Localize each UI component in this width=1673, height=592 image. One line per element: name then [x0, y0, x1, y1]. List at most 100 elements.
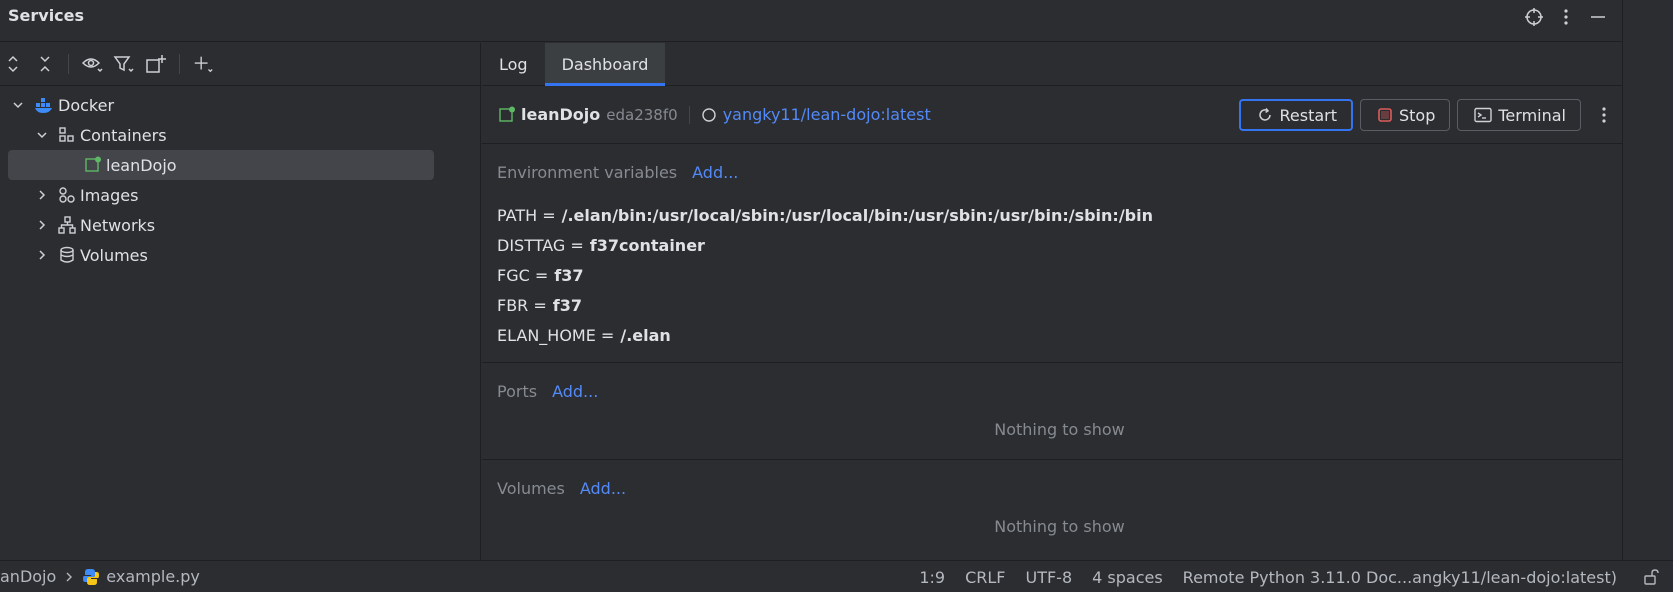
tool-window-title: Services [8, 6, 85, 25]
env-var-value: f37container [589, 235, 705, 255]
file-encoding[interactable]: UTF-8 [1025, 568, 1072, 587]
services-tree-pane: Docker Containers leanDojo Images Networ… [0, 43, 481, 560]
filter-icon[interactable] [113, 53, 135, 75]
breadcrumb-file[interactable]: example.py [106, 567, 200, 586]
env-var-key: FGC = [497, 265, 549, 285]
tree-label-leandojo: leanDojo [106, 155, 177, 175]
image-circle-icon [701, 107, 717, 123]
line-ending[interactable]: CRLF [965, 568, 1005, 587]
chevron-right-icon[interactable] [34, 189, 50, 201]
tree-node-volumes[interactable]: Volumes [0, 240, 480, 270]
env-var-value: f37 [552, 295, 583, 315]
services-toolbar [0, 43, 480, 86]
env-var-row: FGC = f37 [497, 260, 1622, 290]
tab-bar: Log Dashboard [482, 43, 1622, 86]
terminal-label: Terminal [1498, 105, 1566, 125]
image-link[interactable]: yangky11/lean-dojo:latest [723, 105, 931, 124]
tree-label-docker: Docker [58, 95, 115, 115]
right-tool-strip [1622, 0, 1673, 560]
chevron-down-icon[interactable] [34, 129, 50, 141]
terminal-button[interactable]: Terminal [1457, 99, 1581, 131]
env-var-key: ELAN_HOME = [497, 325, 615, 345]
container-header: leanDojo eda238f0 yangky11/lean-dojo:lat… [482, 86, 1622, 144]
env-var-value: /.elan/bin:/usr/local/sbin:/usr/local/bi… [561, 205, 1153, 225]
minimize-icon[interactable] [1588, 7, 1608, 27]
stop-label: Stop [1399, 105, 1436, 125]
status-widgets: 1:9 CRLF UTF-8 4 spaces Remote Python 3.… [919, 561, 1673, 592]
ports-section-label: Ports [497, 381, 538, 401]
restart-button[interactable]: Restart [1239, 99, 1353, 131]
env-section: Environment variables Add... PATH = /.el… [482, 144, 1622, 363]
ports-add-link[interactable]: Add... [552, 382, 598, 401]
toolbar-separator [68, 54, 69, 74]
lock-icon[interactable] [1643, 568, 1659, 586]
collapse-all-icon[interactable] [34, 53, 56, 75]
env-var-value: /.elan [620, 325, 671, 345]
tree-node-leandojo[interactable]: leanDojo [8, 150, 434, 180]
env-var-row: PATH = /.elan/bin:/usr/local/sbin:/usr/l… [497, 200, 1622, 230]
tree-label-containers: Containers [80, 125, 167, 145]
env-section-header: Environment variables Add... [497, 144, 1622, 200]
tab-log[interactable]: Log [482, 43, 545, 85]
stop-icon [1377, 107, 1393, 123]
volumes-section: Volumes Add... Nothing to show [482, 460, 1622, 556]
more-actions-icon[interactable] [1596, 105, 1612, 125]
env-section-label: Environment variables [497, 162, 678, 182]
tree-node-images[interactable]: Images [0, 180, 480, 210]
chevron-right-icon [64, 571, 74, 583]
tree-label-volumes: Volumes [80, 245, 148, 265]
images-icon [58, 186, 76, 204]
locate-icon[interactable] [1524, 7, 1544, 27]
chevron-right-icon[interactable] [34, 219, 50, 231]
chevron-down-icon[interactable] [10, 99, 26, 111]
python-file-icon [82, 568, 100, 586]
add-service-icon[interactable] [192, 53, 214, 75]
container-name: leanDojo [521, 105, 601, 124]
tree-node-docker[interactable]: Docker [0, 90, 480, 120]
volumes-section-header: Volumes Add... [497, 460, 1622, 516]
env-var-row: DISTTAG = f37container [497, 230, 1622, 260]
status-bar: anDojo example.py 1:9 CRLF UTF-8 4 space… [0, 560, 1673, 592]
tree-node-containers[interactable]: Containers [0, 120, 480, 150]
running-container-icon [84, 156, 102, 174]
view-options-icon[interactable] [81, 53, 103, 75]
env-var-row: FBR = f37 [497, 290, 1622, 320]
env-var-key: DISTTAG = [497, 235, 584, 255]
tab-dashboard[interactable]: Dashboard [544, 43, 666, 86]
container-id: eda238f0 [606, 105, 678, 124]
volumes-add-link[interactable]: Add... [580, 479, 626, 498]
tool-window-header: Services [0, 0, 1622, 42]
volumes-icon [58, 246, 76, 264]
breadcrumb-project[interactable]: anDojo [0, 567, 56, 586]
env-var-row: ELAN_HOME = /.elan [497, 320, 1622, 350]
header-separator [688, 105, 690, 124]
restart-icon [1257, 107, 1273, 123]
caret-position[interactable]: 1:9 [919, 568, 945, 587]
toolbar-separator [179, 54, 180, 74]
running-container-icon [498, 106, 516, 124]
chevron-right-icon[interactable] [34, 249, 50, 261]
more-options-icon[interactable] [1556, 7, 1576, 27]
dashboard-pane: Log Dashboard leanDojo eda238f0 yangky11… [482, 43, 1622, 560]
breadcrumb: anDojo example.py [0, 567, 200, 586]
volumes-empty-text: Nothing to show [994, 517, 1125, 536]
env-var-key: PATH = [497, 205, 556, 225]
restart-label: Restart [1279, 105, 1337, 125]
expand-all-icon[interactable] [2, 53, 24, 75]
ports-section-header: Ports Add... [497, 363, 1622, 419]
python-interpreter[interactable]: Remote Python 3.11.0 Doc...angky11/lean-… [1183, 568, 1617, 587]
new-group-icon[interactable] [145, 53, 167, 75]
ports-section: Ports Add... Nothing to show [482, 363, 1622, 460]
indent-setting[interactable]: 4 spaces [1092, 568, 1163, 587]
volumes-section-label: Volumes [497, 478, 565, 498]
tree-node-networks[interactable]: Networks [0, 210, 480, 240]
tree-label-networks: Networks [80, 215, 156, 235]
containers-icon [58, 126, 76, 144]
tree-label-images: Images [80, 185, 139, 205]
env-add-link[interactable]: Add... [692, 163, 738, 182]
terminal-icon [1474, 107, 1493, 123]
networks-icon [58, 216, 76, 234]
ports-empty-text: Nothing to show [994, 420, 1125, 439]
stop-button[interactable]: Stop [1360, 99, 1451, 131]
env-var-key: FBR = [497, 295, 547, 315]
